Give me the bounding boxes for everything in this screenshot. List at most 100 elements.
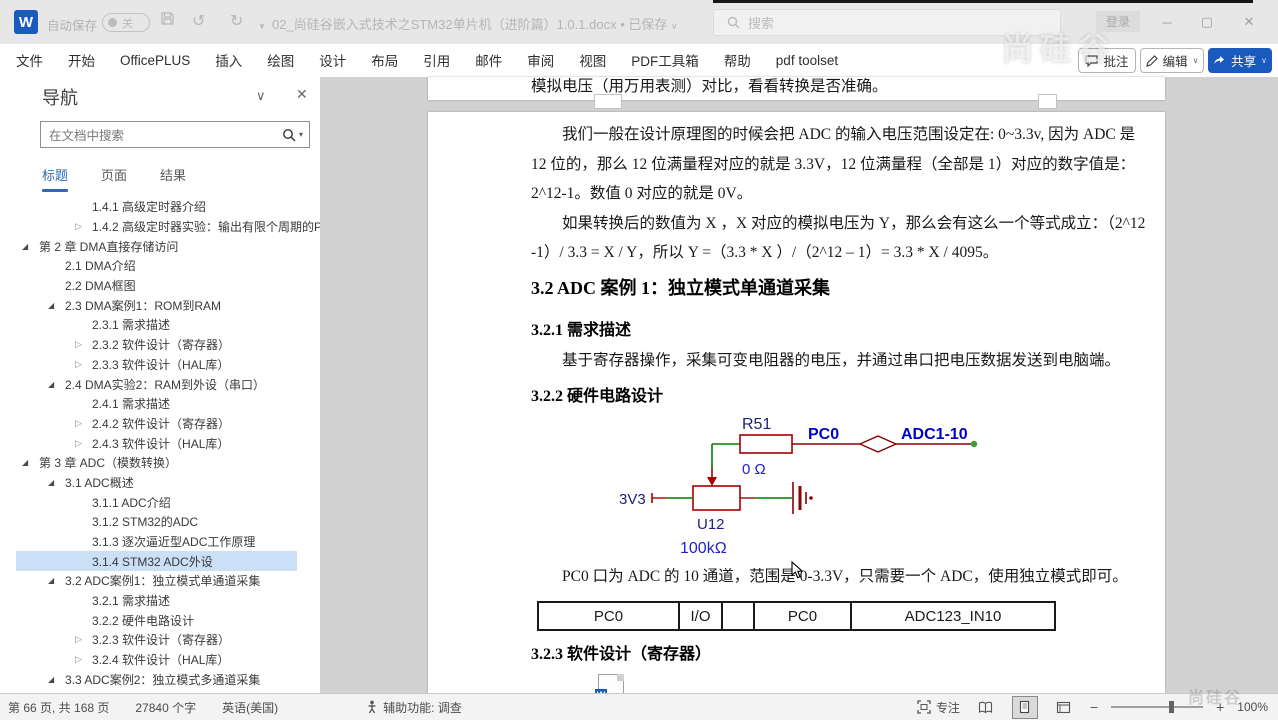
comments-button[interactable]: 批注 xyxy=(1078,48,1136,73)
ribbon-tab-11[interactable]: 视图 xyxy=(579,50,606,70)
overlay-strip xyxy=(713,0,1253,3)
redo-icon[interactable]: ↻ xyxy=(230,12,243,32)
autosave-toggle[interactable]: 关 xyxy=(102,13,150,32)
ribbon-tab-5[interactable]: 绘图 xyxy=(267,50,294,70)
nav-heading-item[interactable]: 3.1.2 STM32的ADC xyxy=(0,512,320,532)
nav-heading-item[interactable]: 3.1.3 逐次逼近型ADC工作原理 xyxy=(0,532,320,552)
nav-heading-item[interactable]: ▷ 3.2.3 软件设计（寄存器） xyxy=(0,630,320,650)
ribbon-tab-12[interactable]: PDF工具箱 xyxy=(631,50,699,70)
net-label-pc0: PC0 xyxy=(808,426,839,443)
word-count[interactable]: 27840 个字 xyxy=(135,699,196,716)
nav-heading-item[interactable]: ◢ 3.3 ADC案例2：独立模式多通道采集 xyxy=(0,670,320,690)
ribbon-tab-3[interactable]: OfficePLUS xyxy=(120,53,190,68)
nav-heading-item[interactable]: ▷ 1.4.2 高级定时器实验：输出有限个周期的P... xyxy=(0,217,320,237)
close-button[interactable]: ✕ xyxy=(1234,9,1264,35)
ribbon-tab-4[interactable]: 插入 xyxy=(215,50,242,70)
search-icon[interactable] xyxy=(282,128,296,142)
document-search-input[interactable]: 在文档中搜索 ▾ xyxy=(40,121,310,148)
language-indicator[interactable]: 英语(美国) xyxy=(222,699,278,716)
focus-mode-button[interactable]: 专注 xyxy=(917,699,960,716)
zoom-slider[interactable] xyxy=(1111,700,1204,714)
ribbon-tab-8[interactable]: 引用 xyxy=(423,50,450,70)
collapse-icon[interactable]: ◢ xyxy=(22,242,39,251)
word-logo-icon[interactable]: W xyxy=(14,10,38,34)
web-layout-button[interactable] xyxy=(1051,696,1077,719)
nav-close-icon[interactable]: ✕ xyxy=(296,86,308,103)
ribbon-tab-2[interactable]: 开始 xyxy=(68,50,95,70)
expand-icon[interactable]: ▷ xyxy=(75,654,92,665)
collapse-icon[interactable]: ◢ xyxy=(48,478,65,487)
qat-customize-icon[interactable]: ▼ xyxy=(258,17,266,37)
expand-icon[interactable]: ▷ xyxy=(75,634,92,645)
ribbon-tab-6[interactable]: 设计 xyxy=(319,50,346,70)
expand-icon[interactable]: ▷ xyxy=(75,438,92,449)
collapse-icon[interactable]: ◢ xyxy=(48,301,65,310)
resistor-body[interactable] xyxy=(739,434,793,454)
search-box[interactable]: 搜索 xyxy=(713,9,1061,36)
nav-heading-item[interactable]: ◢ 2.4 DMA实验2：RAM到外设（串口） xyxy=(0,374,320,394)
nav-heading-item[interactable]: 2.3.1 需求描述 xyxy=(0,315,320,335)
embedded-doc-icon[interactable]: W xyxy=(595,674,624,693)
nav-heading-list: 1.4.1 高级定时器介绍 ▷ 1.4.2 高级定时器实验：输出有限个周期的P...… xyxy=(0,197,320,689)
nav-heading-label: 2.3 DMA案例1：ROM到RAM xyxy=(65,298,222,313)
potentiometer-body[interactable] xyxy=(692,485,741,511)
nav-heading-item[interactable]: 1.4.1 高级定时器介绍 xyxy=(0,197,320,217)
nav-heading-item[interactable]: ◢ 第 3 章 ADC（模数转换） xyxy=(0,453,320,473)
nav-heading-item[interactable]: 3.1.1 ADC介绍 xyxy=(0,492,320,512)
nav-tab-3[interactable]: 结果 xyxy=(160,165,186,192)
undo-icon[interactable]: ↺ xyxy=(192,12,205,32)
document-canvas[interactable]: 模拟电压（用万用表测）对比，看看转换是否准确。 我们一般在设计原理图的时候会把 … xyxy=(320,77,1278,693)
collapse-icon[interactable]: ◢ xyxy=(48,380,65,389)
share-button[interactable]: 共享 ∨ xyxy=(1208,48,1272,73)
ribbon-tab-7[interactable]: 布局 xyxy=(371,50,398,70)
nav-heading-label: 3.3 ADC案例2：独立模式多通道采集 xyxy=(65,672,261,687)
nav-heading-item[interactable]: 3.1.4 STM32 ADC外设 xyxy=(16,551,297,572)
nav-heading-item[interactable]: ◢ 3.1 ADC概述 xyxy=(0,473,320,493)
nav-tab-2[interactable]: 页面 xyxy=(101,165,127,192)
print-layout-button[interactable] xyxy=(1011,695,1038,719)
collapse-icon[interactable]: ◢ xyxy=(48,675,65,684)
nav-heading-item[interactable]: ▷ 2.3.3 软件设计（HAL库） xyxy=(0,355,320,375)
search-options-dropdown-icon[interactable]: ▾ xyxy=(299,130,303,139)
document-page-current[interactable]: 我们一般在设计原理图的时候会把 ADC 的输入电压范围设定在: 0~3.3v, … xyxy=(428,112,1165,693)
ribbon-tab-10[interactable]: 审阅 xyxy=(527,50,554,70)
expand-icon[interactable]: ▷ xyxy=(75,339,92,350)
maximize-button[interactable]: ▢ xyxy=(1192,9,1222,35)
status-bar: 第 66 页, 共 168 页 27840 个字 英语(美国) 辅助功能: 调查… xyxy=(0,693,1278,720)
minimize-button[interactable]: ─ xyxy=(1152,9,1182,35)
nav-heading-item[interactable]: ◢ 3.2 ADC案例1：独立模式单通道采集 xyxy=(0,571,320,591)
paragraph-line: 模拟电压（用万用表测）对比，看看转换是否准确。 xyxy=(531,78,888,95)
page-indicator[interactable]: 第 66 页, 共 168 页 xyxy=(8,699,109,716)
collapse-icon[interactable]: ◢ xyxy=(22,458,39,467)
nav-heading-item[interactable]: ◢ 第 2 章 DMA直接存储访问 xyxy=(0,236,320,256)
expand-icon[interactable]: ▷ xyxy=(75,418,92,429)
ribbon-tab-13[interactable]: 帮助 xyxy=(724,50,751,70)
zoom-slider-thumb[interactable] xyxy=(1169,701,1175,713)
nav-heading-item[interactable]: 2.1 DMA介绍 xyxy=(0,256,320,276)
read-mode-button[interactable] xyxy=(973,696,999,719)
sign-in-button[interactable]: 登录 xyxy=(1096,11,1140,32)
nav-collapse-icon[interactable]: ∨ xyxy=(256,88,266,104)
editing-mode-button[interactable]: 编辑 ∨ xyxy=(1140,48,1204,73)
nav-heading-item[interactable]: ◢ 2.3 DMA案例1：ROM到RAM xyxy=(0,295,320,315)
expand-icon[interactable]: ▷ xyxy=(75,359,92,370)
save-icon[interactable] xyxy=(160,11,175,32)
ribbon-tab-1[interactable]: 文件 xyxy=(16,50,43,70)
nav-heading-item[interactable]: 3.2.1 需求描述 xyxy=(0,591,320,611)
zoom-out-button[interactable]: − xyxy=(1090,699,1098,715)
nav-heading-item[interactable]: ▷ 3.2.4 软件设计（HAL库） xyxy=(0,650,320,670)
ribbon-tab-9[interactable]: 邮件 xyxy=(475,50,502,70)
accessibility-status[interactable]: 辅助功能: 调查 xyxy=(366,699,462,716)
nav-heading-item[interactable]: ▷ 2.4.2 软件设计（寄存器） xyxy=(0,414,320,434)
nav-tab-1[interactable]: 标题 xyxy=(42,165,68,192)
nav-heading-item[interactable]: 2.2 DMA框图 xyxy=(0,276,320,296)
nav-heading-item[interactable]: ▷ 2.3.2 软件设计（寄存器） xyxy=(0,335,320,355)
nav-heading-item[interactable]: 2.4.1 需求描述 xyxy=(0,394,320,414)
nav-heading-item[interactable]: ▷ 2.4.3 软件设计（HAL库） xyxy=(0,433,320,453)
collapse-icon[interactable]: ◢ xyxy=(48,576,65,585)
ribbon-tab-14[interactable]: pdf toolset xyxy=(776,53,838,68)
zoom-in-button[interactable]: + xyxy=(1216,699,1224,715)
zoom-percentage[interactable]: 100% xyxy=(1237,700,1268,714)
nav-heading-item[interactable]: 3.2.2 硬件电路设计 xyxy=(0,610,320,630)
expand-icon[interactable]: ▷ xyxy=(75,221,92,232)
